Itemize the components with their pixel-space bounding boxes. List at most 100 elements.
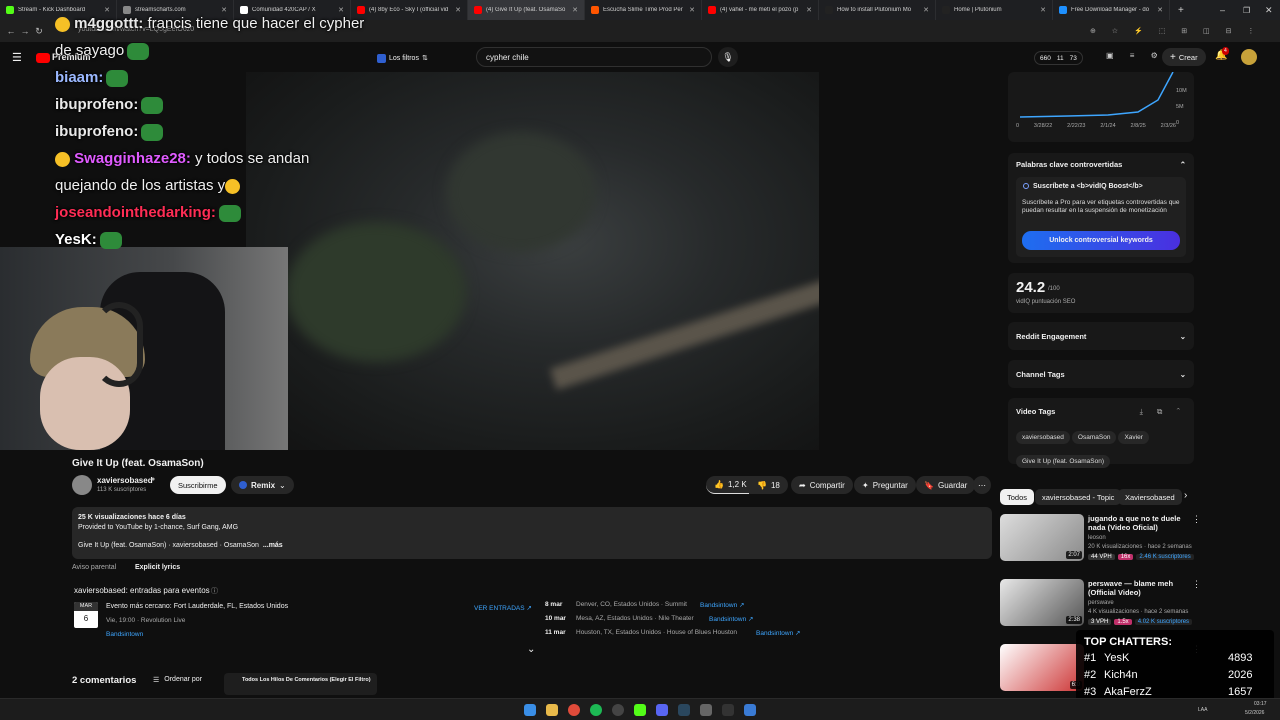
maximize-icon[interactable]: ❐ xyxy=(1243,6,1250,15)
recommendation-title[interactable]: jugando a que no te duele nada (Video Of… xyxy=(1088,514,1188,532)
video-thumbnail[interactable]: 6:0 xyxy=(1000,644,1084,691)
video-tag-chip[interactable]: xaviersobased xyxy=(1016,431,1070,444)
info-icon[interactable]: ⓘ xyxy=(211,586,218,596)
dislike-button[interactable]: 👎 18 xyxy=(749,476,788,494)
thread-filter-dropdown[interactable]: Todos Los Hilos De Comentarios (Elegir E… xyxy=(224,673,377,695)
event-ticket-link[interactable]: Bandsintown ↗ xyxy=(709,615,753,623)
share-button[interactable]: ➦ Compartir xyxy=(791,476,853,494)
remix-button[interactable]: Remix ⌄ xyxy=(231,476,294,494)
more-link[interactable]: ...más xyxy=(263,542,283,549)
tab-close-icon[interactable]: ✕ xyxy=(455,6,461,14)
spotify-icon[interactable] xyxy=(590,704,602,716)
video-tags-label: Video Tags xyxy=(1016,407,1056,416)
like-button[interactable]: 👍 1,2 K xyxy=(706,476,755,494)
app-icon[interactable] xyxy=(700,704,712,716)
obs-icon[interactable] xyxy=(612,704,624,716)
browser-tab[interactable]: (4) Give It Up (feat. OsamaSo ✕ xyxy=(468,0,585,20)
create-button[interactable]: + Crear xyxy=(1162,48,1206,66)
video-tag-chip[interactable]: OsamaSon xyxy=(1071,431,1117,444)
tab-close-icon[interactable]: ✕ xyxy=(1157,6,1163,14)
tab-close-icon[interactable]: ✕ xyxy=(1040,6,1046,14)
steam-icon[interactable] xyxy=(678,704,690,716)
avatar[interactable] xyxy=(1241,49,1257,65)
clock-date[interactable]: 5/2/2026 xyxy=(1245,710,1264,716)
recommendation-channel[interactable]: perswave xyxy=(1088,600,1114,606)
language-indicator[interactable]: LAA xyxy=(1198,707,1207,713)
channel-name[interactable]: xaviersobased xyxy=(97,476,153,485)
event-day: 6 xyxy=(83,614,89,623)
recommendation-item[interactable]: 2:38 perswave — blame meh (Official Video… xyxy=(1000,579,1201,634)
video-thumbnail[interactable]: 2:07 xyxy=(1000,514,1084,561)
browser-tab[interactable]: How to install Plutonium Mo ✕ xyxy=(819,0,936,20)
video-frame-foliage xyxy=(446,132,596,252)
chatter-count: 4893 xyxy=(1228,652,1253,664)
discord-icon[interactable] xyxy=(656,704,668,716)
more-actions-button[interactable]: ⋯ xyxy=(973,476,991,494)
more-options-icon[interactable]: ⋮ xyxy=(1192,579,1201,590)
video-tag-chip[interactable]: Xavier xyxy=(1118,431,1149,444)
ask-button[interactable]: ✦ Preguntar xyxy=(854,476,916,494)
file-explorer-icon[interactable] xyxy=(546,704,558,716)
back-icon[interactable]: ← xyxy=(4,26,18,36)
ask-label: Preguntar xyxy=(872,480,908,490)
filter-chip[interactable]: xaviersobased - Topic xyxy=(1035,489,1122,505)
kick-icon[interactable] xyxy=(634,704,646,716)
tab-close-icon[interactable]: ✕ xyxy=(806,6,812,14)
microphone-icon[interactable]: 🎙 xyxy=(718,47,738,67)
browser-tab[interactable]: Home | Plutonium ✕ xyxy=(936,0,1053,20)
chips-next-icon[interactable]: › xyxy=(1184,490,1187,501)
reload-icon[interactable]: ↻ xyxy=(32,26,46,37)
tag-action-icons[interactable]: ⤓ ⧉ ⌃ xyxy=(1140,407,1186,417)
chart-x-tick: 2/3/26 xyxy=(1160,123,1176,129)
expand-events-icon[interactable]: ⌄ xyxy=(527,644,535,655)
search-input[interactable]: cypher chile xyxy=(476,47,712,67)
channel-avatar[interactable] xyxy=(72,475,92,495)
chrome-icon[interactable] xyxy=(568,704,580,716)
close-window-icon[interactable]: ✕ xyxy=(1265,5,1273,16)
boost-title: Suscríbete a <b>vidIQ Boost</b> xyxy=(1033,183,1143,190)
minimize-icon[interactable]: – xyxy=(1220,5,1225,15)
browser-tab[interactable]: (4) vahel - me metí el pozo (p ✕ xyxy=(702,0,819,20)
new-tab-icon[interactable]: + xyxy=(1178,5,1184,16)
unlock-button[interactable]: Unlock controversial keywords xyxy=(1022,231,1180,250)
filters-button[interactable]: Los filtros ⇅ xyxy=(377,51,428,65)
tab-close-icon[interactable]: ✕ xyxy=(572,6,578,14)
collapse-icon[interactable]: ⌃ xyxy=(1180,160,1186,169)
tab-close-icon[interactable]: ✕ xyxy=(689,6,695,14)
description-box[interactable]: 25 K visualizaciones hace 6 días Provide… xyxy=(72,507,992,559)
start-icon[interactable] xyxy=(524,704,536,716)
tickets-link[interactable]: VER ENTRADAS ↗ xyxy=(474,604,532,612)
browser-tab[interactable]: Escucha Slime Time Prod Per ✕ xyxy=(585,0,702,20)
app-icon[interactable] xyxy=(744,704,756,716)
more-options-icon[interactable]: ⋮ xyxy=(1192,514,1201,525)
filter-chip[interactable]: Xaviersobased xyxy=(1118,489,1182,505)
event-ticket-link[interactable]: Bandsintown ↗ xyxy=(700,601,744,609)
vidiq-stats[interactable]: 660 11 73 xyxy=(1034,51,1083,65)
clock-time[interactable]: 03:17 xyxy=(1254,701,1267,707)
recommendation-item[interactable]: 2:07 jugando a que no te duele nada (Vide… xyxy=(1000,514,1201,569)
save-button[interactable]: 🔖 Guardar xyxy=(916,476,976,494)
youtube-logo-icon[interactable] xyxy=(36,53,50,63)
sort-button[interactable]: ☰ Ordenar por xyxy=(153,676,202,684)
app-icon[interactable] xyxy=(722,704,734,716)
video-tag-chip[interactable]: Give It Up (feat. OsamaSon) xyxy=(1016,455,1111,468)
extension-icons[interactable]: ⊕ ☆ ⚡ ⬚ ⊞ ◫ ⊟ ⋮ xyxy=(1090,27,1261,35)
event-ticket-link[interactable]: Bandsintown ↗ xyxy=(756,629,800,637)
thumbs-down-icon: 👎 xyxy=(757,480,767,490)
tab-close-icon[interactable]: ✕ xyxy=(923,6,929,14)
filter-chip[interactable]: Todos xyxy=(1000,489,1035,505)
recommendation-channel[interactable]: leoson xyxy=(1088,535,1106,541)
chatter-name: Kich4n xyxy=(1104,669,1138,681)
recommendation-title[interactable]: perswave — blame meh (Official Video) xyxy=(1088,579,1188,597)
duration-badge: 2:07 xyxy=(1066,551,1082,559)
browser-tab[interactable]: Free Download Manager - do ✕ xyxy=(1053,0,1170,20)
reddit-engagement-panel[interactable]: Reddit Engagement ⌄ xyxy=(1008,322,1194,350)
event-link[interactable]: Bandsintown xyxy=(106,631,143,638)
channel-tags-panel[interactable]: Channel Tags ⌄ xyxy=(1008,360,1194,388)
video-thumbnail[interactable]: 2:38 xyxy=(1000,579,1084,626)
subscribe-button[interactable]: Suscribirme xyxy=(170,476,226,494)
chevron-down-icon: ⌄ xyxy=(1179,331,1186,341)
thread-filter-label: Todos Los Hilos De Comentarios (Elegir E… xyxy=(242,677,371,683)
forward-icon[interactable]: → xyxy=(18,26,32,36)
menu-icon[interactable]: ☰ xyxy=(12,51,22,64)
